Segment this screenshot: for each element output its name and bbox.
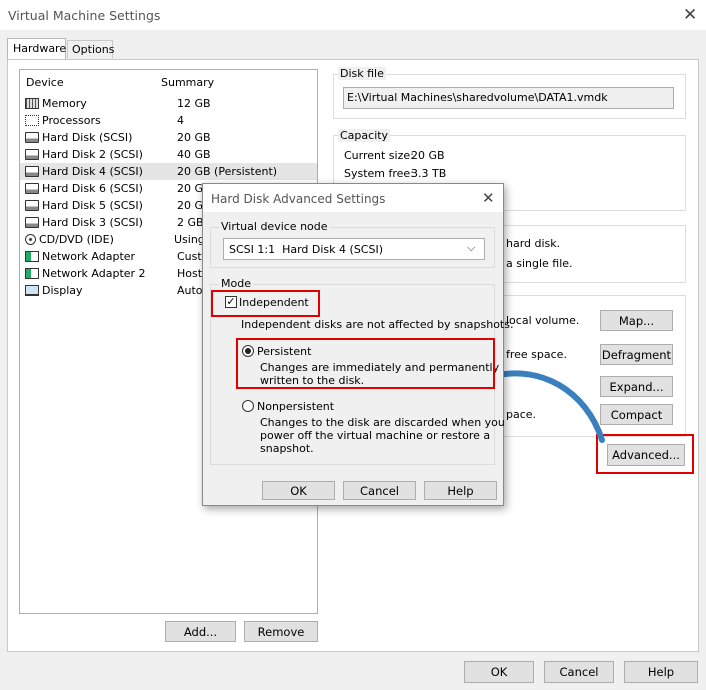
- device-summary: 12 GB: [177, 97, 211, 110]
- device-name: Network Adapter 2: [42, 267, 146, 280]
- map-button[interactable]: Map...: [600, 310, 673, 331]
- device-name: Network Adapter: [42, 250, 136, 263]
- device-name: Hard Disk 2 (SCSI): [42, 148, 143, 161]
- hard-disk-icon: [25, 149, 39, 160]
- device-name: Hard Disk 6 (SCSI): [42, 182, 143, 195]
- device-summary: 4: [177, 114, 184, 127]
- nonpersistent-description-3: snapshot.: [260, 442, 314, 455]
- disk-info-line-1: hard disk.: [506, 237, 561, 250]
- device-row[interactable]: Hard Disk 2 (SCSI) 40 GB: [20, 146, 317, 163]
- network-adapter-icon: [25, 268, 39, 279]
- nonpersistent-description-1: Changes to the disk are discarded when y…: [260, 416, 505, 429]
- disk-file-label: Disk file: [338, 67, 386, 80]
- network-adapter-icon: [25, 251, 39, 262]
- device-summary: 20 GB (Persistent): [177, 165, 278, 178]
- add-device-button[interactable]: Add...: [165, 621, 236, 642]
- capacity-label: Capacity: [338, 129, 391, 142]
- device-row[interactable]: Processors 4: [20, 112, 317, 129]
- system-free-label: System free:: [344, 167, 414, 180]
- processor-icon: [25, 115, 39, 126]
- window-title: Virtual Machine Settings: [8, 8, 161, 23]
- hard-disk-icon: [25, 183, 39, 194]
- column-header-device[interactable]: Device: [26, 76, 64, 89]
- dialog-close-icon[interactable]: ✕: [482, 189, 495, 207]
- dialog-title: Hard Disk Advanced Settings: [211, 192, 386, 206]
- help-button[interactable]: Help: [624, 661, 698, 683]
- device-name: Memory: [42, 97, 87, 110]
- tab-hardware[interactable]: Hardware: [7, 38, 66, 60]
- hard-disk-icon: [25, 132, 39, 143]
- device-name: Hard Disk (SCSI): [42, 131, 133, 144]
- independent-highlight: [211, 290, 320, 317]
- tab-hardware-label: Hardware: [13, 42, 67, 55]
- persistent-highlight: [236, 338, 495, 389]
- remove-device-button[interactable]: Remove: [244, 621, 318, 642]
- hard-disk-icon: [25, 166, 39, 177]
- vdn-label: Virtual device node: [219, 220, 330, 233]
- device-row[interactable]: Hard Disk (SCSI) 20 GB: [20, 129, 317, 146]
- device-summary: 20 GB: [177, 131, 211, 144]
- mode-label: Mode: [219, 277, 253, 290]
- nonpersistent-radio[interactable]: [242, 400, 254, 412]
- nonpersistent-description-2: power off the virtual machine or restore…: [260, 429, 491, 442]
- device-name: Hard Disk 4 (SCSI): [42, 165, 143, 178]
- device-name: Display: [42, 284, 83, 297]
- display-icon: [25, 285, 39, 296]
- device-name: Processors: [42, 114, 101, 127]
- nonpersistent-label[interactable]: Nonpersistent: [257, 400, 334, 413]
- disk-file-path: E:\Virtual Machines\sharedvolume\DATA1.v…: [343, 87, 674, 109]
- cancel-button[interactable]: Cancel: [544, 661, 614, 683]
- dialog-help-button[interactable]: Help: [424, 481, 497, 500]
- device-name: CD/DVD (IDE): [39, 233, 114, 246]
- close-icon[interactable]: ✕: [683, 5, 697, 25]
- column-header-summary[interactable]: Summary: [161, 76, 214, 89]
- advanced-settings-dialog: Hard Disk Advanced Settings ✕ Virtual de…: [202, 183, 513, 506]
- device-summary: 40 GB: [177, 148, 211, 161]
- vdn-select[interactable]: SCSI 1:1 Hard Disk 4 (SCSI) ⌵: [223, 238, 485, 260]
- tab-options-label: Options: [72, 43, 115, 56]
- memory-icon: [25, 98, 39, 109]
- system-free-value: 3.3 TB: [411, 167, 447, 180]
- title-bar: Virtual Machine Settings ✕: [0, 0, 706, 30]
- cd-dvd-icon: [25, 234, 36, 245]
- device-name: Hard Disk 5 (SCSI): [42, 199, 143, 212]
- arrow-path: [491, 370, 605, 443]
- dialog-cancel-button[interactable]: Cancel: [343, 481, 416, 500]
- current-size-value: 20 GB: [411, 149, 445, 162]
- device-row[interactable]: Hard Disk 4 (SCSI) 20 GB (Persistent): [20, 163, 317, 180]
- ok-button[interactable]: OK: [464, 661, 534, 683]
- hard-disk-icon: [25, 200, 39, 211]
- current-size-label: Current size:: [344, 149, 414, 162]
- vdn-select-value: SCSI 1:1 Hard Disk 4 (SCSI): [229, 243, 383, 256]
- independent-description: Independent disks are not affected by sn…: [241, 318, 514, 331]
- device-row[interactable]: Memory 12 GB: [20, 95, 317, 112]
- device-name: Hard Disk 3 (SCSI): [42, 216, 143, 229]
- disk-info-line-2: a single file.: [506, 257, 573, 270]
- map-description: local volume.: [506, 314, 580, 327]
- tab-options[interactable]: Options: [67, 40, 115, 58]
- disk-file-value: E:\Virtual Machines\sharedvolume\DATA1.v…: [347, 91, 608, 104]
- dialog-ok-button[interactable]: OK: [262, 481, 335, 500]
- chevron-down-icon: ⌵: [467, 241, 476, 254]
- hard-disk-icon: [25, 217, 39, 228]
